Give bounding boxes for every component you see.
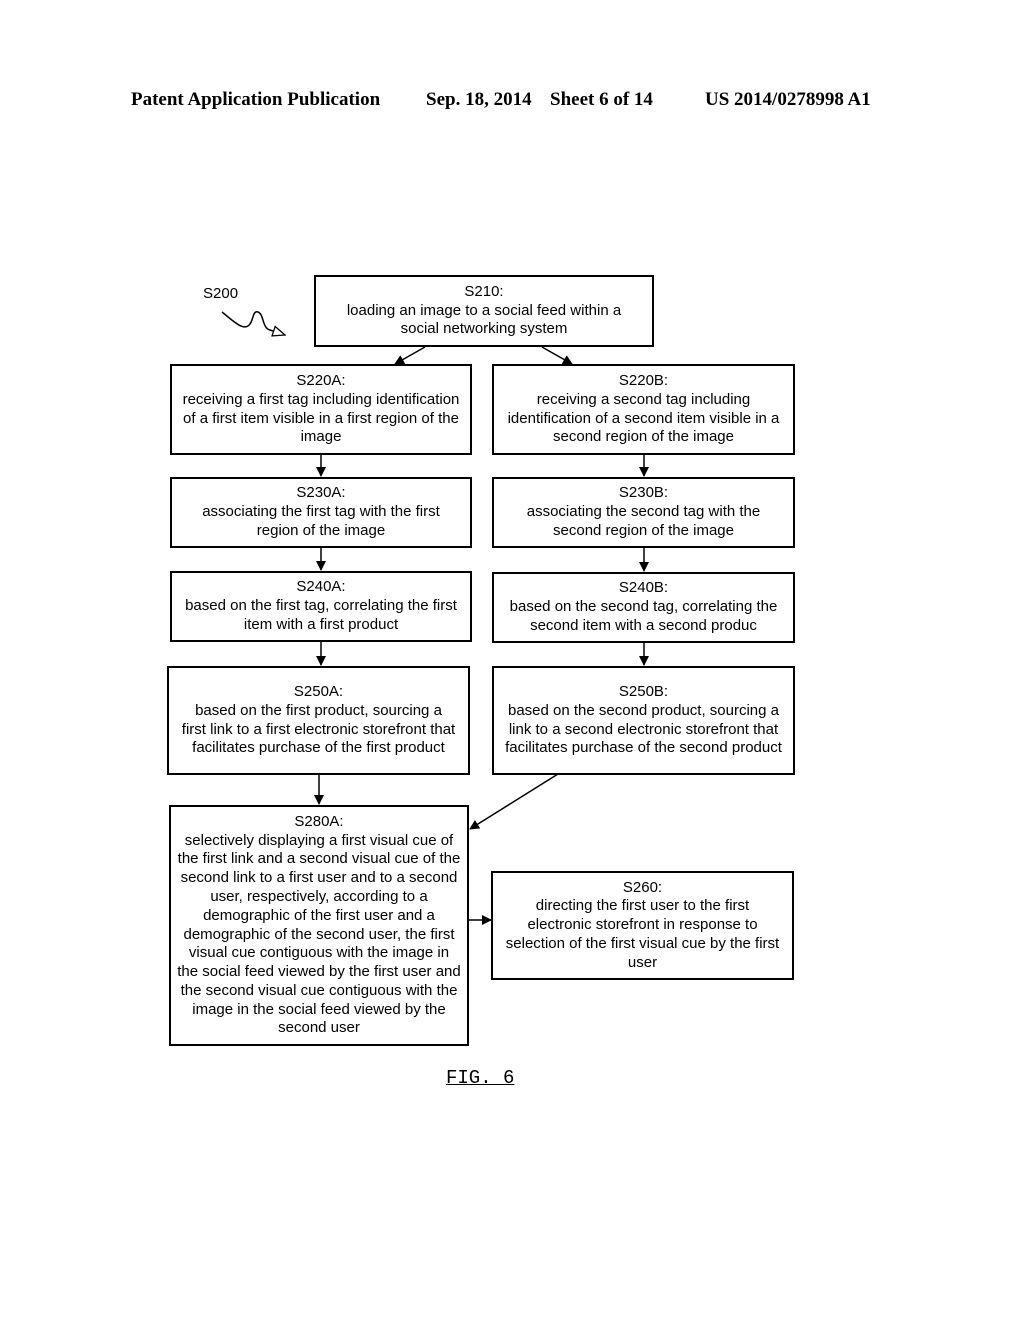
step-s220b: S220B: receiving a second tag including … <box>492 364 795 455</box>
step-s220a: S220A: receiving a first tag including i… <box>170 364 472 455</box>
step-s240b: S240B: based on the second tag, correlat… <box>492 572 795 643</box>
step-text: receiving a second tag including identif… <box>507 390 780 446</box>
step-id: S280A: <box>294 812 344 830</box>
step-id: S230B: <box>618 484 669 502</box>
step-s240a: S240A: based on the first tag, correlati… <box>170 571 472 642</box>
step-s260: S260: directing the first user to the fi… <box>491 871 794 980</box>
figure-label: FIG. 6 <box>446 1067 515 1089</box>
step-id: S220B: <box>618 371 669 389</box>
step-s230b: S230B: associating the second tag with t… <box>492 477 795 548</box>
step-text: loading an image to a social feed within… <box>346 301 622 338</box>
step-id: S240A: <box>296 578 346 596</box>
step-s250b: S250B: based on the second product, sour… <box>492 666 795 775</box>
step-id: S210: <box>464 282 504 300</box>
step-id: S230A: <box>296 484 346 502</box>
arrow-s210-s220a <box>394 346 426 365</box>
method-pointer-icon <box>221 311 285 335</box>
step-text: associating the first tag with the first… <box>202 503 440 539</box>
step-s250a: S250A: based on the first product, sourc… <box>167 666 470 775</box>
step-text: selectively displaying a first visual cu… <box>177 831 461 1037</box>
connector-layer <box>221 311 649 925</box>
step-s280a: S280A: selectively displaying a first vi… <box>169 805 469 1046</box>
step-text: directing the first user to the first el… <box>505 897 780 971</box>
step-text: based on the second product, sourcing a … <box>505 701 782 757</box>
step-text: receiving a first tag including identifi… <box>182 390 460 446</box>
step-text: associating the second tag with the seco… <box>526 503 761 539</box>
step-id: S250A: <box>293 682 344 700</box>
step-s230a: S230A: associating the first tag with th… <box>170 477 472 548</box>
arrow-s210-s220b <box>541 346 573 365</box>
step-id: S260: <box>622 878 663 896</box>
step-id: S250B: <box>618 682 669 700</box>
step-id: S240B: <box>618 579 669 597</box>
step-id: S220A: <box>296 371 346 389</box>
arrow-s250b-s280a <box>469 773 559 830</box>
step-text: based on the second tag, correlating the… <box>509 598 778 634</box>
step-text: based on the first product, sourcing a f… <box>181 701 456 757</box>
step-s210: S210: loading an image to a social feed … <box>314 275 654 347</box>
step-text: based on the first tag, correlating the … <box>185 597 457 633</box>
